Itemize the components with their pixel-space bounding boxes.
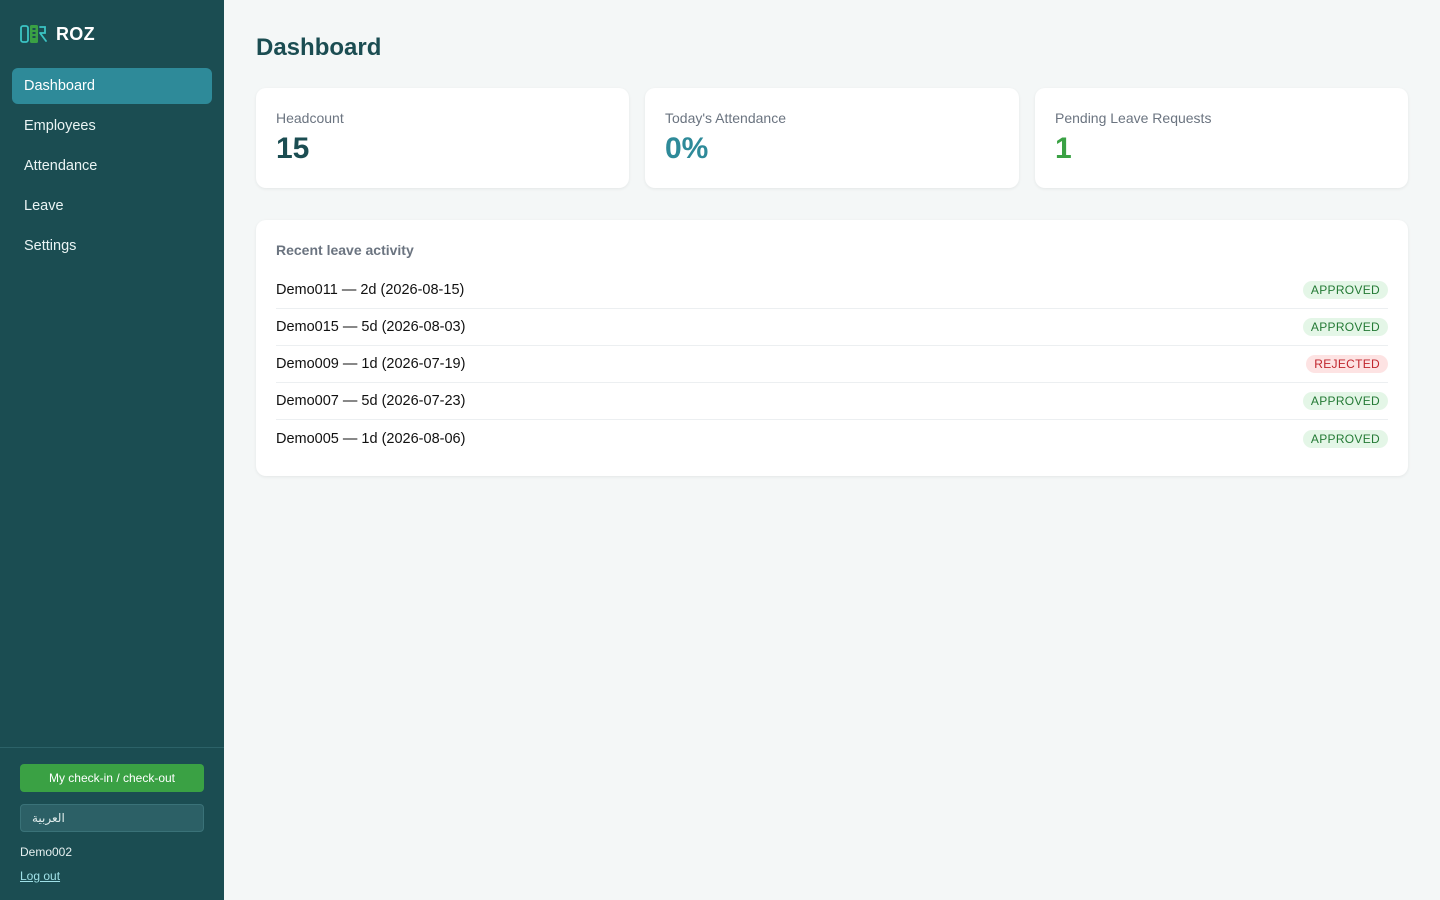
sidebar-item-label: Attendance [24,158,98,174]
brand[interactable]: ROZ [20,22,95,46]
sidebar-item-label: Employees [24,118,96,134]
leave-entry-text: Demo005 — 1d (2026-08-06) [276,430,466,447]
sidebar-item-employees[interactable]: Employees [12,108,212,144]
list-item: Demo009 — 1d (2026-07-19) REJECTED [276,346,1388,383]
status-badge: APPROVED [1302,318,1388,336]
stat-label: Pending Leave Requests [1055,110,1212,126]
stat-card-attendance: Today's Attendance 0% [645,88,1019,188]
list-item: Demo015 — 5d (2026-08-03) APPROVED [276,309,1388,346]
list-item: Demo011 — 2d (2026-08-15) APPROVED [276,272,1388,309]
list-item: Demo005 — 1d (2026-08-06) APPROVED [276,420,1388,457]
page-title: Dashboard [256,34,382,61]
sidebar-item-settings[interactable]: Settings [12,228,212,264]
brand-name: ROZ [56,23,95,44]
stat-label: Today's Attendance [665,110,786,126]
status-badge: REJECTED [1306,355,1388,373]
stat-card-headcount: Headcount 15 [256,88,629,188]
current-user-name: Demo002 [20,845,73,859]
sidebar-item-attendance[interactable]: Attendance [12,148,212,184]
section-title: Recent leave activity [276,242,414,258]
sidebar-item-dashboard[interactable]: Dashboard [12,68,212,104]
status-badge: APPROVED [1302,429,1388,448]
roz-logo-icon [20,25,47,43]
leave-entry-text: Demo015 — 5d (2026-08-03) [276,319,466,335]
stat-value: 1 [1055,132,1072,165]
sidebar-item-label: Leave [24,198,64,214]
list-item: Demo007 — 5d (2026-07-23) APPROVED [276,383,1388,420]
stat-value: 0% [665,132,709,165]
recent-leave-activity: Recent leave activity Demo011 — 2d (2026… [256,220,1408,476]
stat-card-pending-leave: Pending Leave Requests 1 [1035,88,1408,188]
sidebar-nav: Dashboard Employees Attendance Leave Set… [12,68,212,268]
leave-entry-text: Demo009 — 1d (2026-07-19) [276,356,466,372]
check-in-button[interactable]: My check-in / check-out [20,764,204,792]
leave-entry-text: Demo011 — 2d (2026-08-15) [276,282,465,298]
leave-entry-text: Demo007 — 5d (2026-07-23) [276,393,466,409]
sidebar: ROZ Dashboard Employees Attendance Leave… [0,0,224,900]
logout-link[interactable]: Log out [20,869,60,883]
sidebar-item-label: Dashboard [24,78,95,94]
stat-label: Headcount [276,110,344,126]
sidebar-item-label: Settings [24,238,77,254]
status-badge: APPROVED [1302,281,1388,299]
sidebar-item-leave[interactable]: Leave [12,188,212,224]
language-select[interactable]: العربية [20,804,204,832]
status-badge: APPROVED [1302,392,1388,410]
stat-value: 15 [276,132,310,165]
sidebar-divider [0,747,224,748]
